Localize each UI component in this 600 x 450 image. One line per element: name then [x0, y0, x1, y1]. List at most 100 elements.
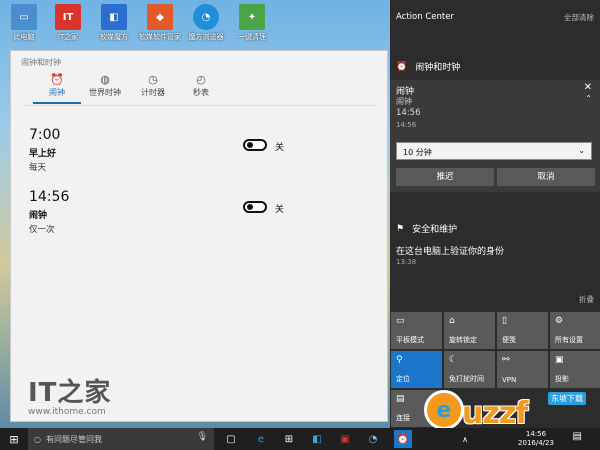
desktop-icon-clean[interactable]: ✦ 一键清理	[230, 4, 274, 42]
store-icon: ⊞	[284, 433, 294, 445]
taskbar-cube[interactable]: ◧	[308, 430, 326, 448]
security-notification-text[interactable]: 在这台电脑上验证你的身份	[396, 244, 504, 257]
globe-icon: ◍	[100, 73, 110, 86]
tab-timer[interactable]: ◷ 计时器	[129, 73, 177, 104]
alarm-icon: ⏰	[50, 73, 64, 86]
desktop-icon-browser[interactable]: ◔ 魔方浏览器	[184, 4, 228, 42]
taskbar-edge[interactable]: e	[252, 430, 270, 448]
desktop-icon-cube[interactable]: ◧ 软媒魔方	[92, 4, 136, 42]
edge-icon: e	[257, 433, 265, 445]
snooze-duration-select[interactable]: 10 分钟 ⌄	[396, 142, 592, 160]
taskbar-ithome[interactable]: ▣	[336, 430, 354, 448]
computer-icon: ▭	[11, 4, 37, 30]
ithome-icon: IT	[55, 4, 81, 30]
quick-action-rotation-lock[interactable]: ⌂ 旋转锁定	[444, 312, 495, 349]
notification-group-security[interactable]: ⚑ 安全和维护	[396, 222, 457, 236]
desktop-icon-label: 一键清理	[238, 33, 266, 41]
tab-label: 世界时钟	[89, 88, 121, 97]
uzzf-logo-caption: 东坡下载	[548, 392, 586, 405]
uzzf-logo-icon: e	[424, 390, 464, 430]
tray-overflow[interactable]: ∧	[456, 430, 474, 448]
toggle-knob	[247, 142, 253, 148]
clear-all-link[interactable]: 全部清除	[564, 12, 594, 23]
notifications-icon[interactable]: ▤	[573, 431, 582, 442]
taskbar-clock[interactable]: 14:56 2016/4/23	[514, 430, 558, 448]
quick-action-label: 连接	[396, 414, 410, 422]
tab-label: 计时器	[141, 88, 165, 97]
alarm-notification[interactable]: 闹钟 闹钟 14:56 14:56 ✕ ⌃ 10 分钟 ⌄ 推迟 取消	[390, 80, 600, 192]
stopwatch-icon: ◴	[196, 73, 206, 86]
timer-icon: ◷	[148, 73, 158, 86]
quick-action-label: VPN	[502, 376, 517, 384]
quick-action-label: 旋转锁定	[449, 336, 477, 344]
toggle-state-label: 关	[275, 205, 285, 215]
notification-subtitle: 闹钟	[396, 97, 412, 106]
quick-action-label: 便笺	[502, 336, 516, 344]
divider	[23, 105, 377, 106]
settings-icon: ⚙	[555, 316, 564, 326]
quick-action-note[interactable]: ▯ 便笺	[497, 312, 548, 349]
group-title: 闹钟和时钟	[415, 63, 461, 73]
note-icon: ▯	[502, 316, 507, 326]
browser-icon: ◔	[368, 433, 378, 445]
chevron-up-icon[interactable]: ⌃	[585, 94, 592, 103]
desktop-icon-software-manager[interactable]: ◆ 软媒软件管家	[138, 4, 182, 42]
notification-timestamp: 14:56	[396, 121, 417, 129]
quick-action-tablet-mode[interactable]: ▭ 平板模式	[391, 312, 442, 349]
quick-action-project[interactable]: ▣ 投影	[550, 351, 600, 388]
software-manager-icon: ◆	[147, 4, 173, 30]
cortana-icon: ○	[34, 434, 41, 444]
desktop-icon-label: IT之家	[57, 33, 79, 41]
collapse-link[interactable]: 折叠	[579, 294, 594, 305]
desktop-icon-this-pc[interactable]: ▭ 此电脑	[2, 4, 46, 42]
search-placeholder: 有问题尽管问我	[45, 434, 102, 444]
snooze-button[interactable]: 推迟	[396, 168, 494, 186]
alarms-window: 闹钟和时钟 ⏰ 闹钟 ◍ 世界时钟 ◷ 计时器 ◴ 秒表 7:00 早上好 每天…	[10, 50, 388, 422]
tab-bar: ⏰ 闹钟 ◍ 世界时钟 ◷ 计时器 ◴ 秒表	[33, 73, 225, 104]
start-button[interactable]: ⊞	[0, 428, 28, 450]
quick-action-quiet-hours[interactable]: ☾ 免打扰时间	[444, 351, 495, 388]
desktop-icon-label: 魔方浏览器	[188, 33, 224, 41]
quick-actions: ▭ 平板模式 ⌂ 旋转锁定 ▯ 便笺 ⚙ 所有设置 ⚲ 定位 ☾ 免打扰时间 ⚯…	[390, 312, 600, 388]
notification-group-alarms[interactable]: ⏰ 闹钟和时钟	[396, 60, 461, 74]
quick-action-location[interactable]: ⚲ 定位	[391, 351, 442, 388]
clock-date: 2016/4/23	[518, 439, 554, 447]
alarm-toggle[interactable]	[243, 139, 267, 151]
chevron-down-icon: ⌄	[578, 146, 585, 155]
alarm-icon: ⏰	[396, 433, 410, 445]
task-view-button[interactable]: ▢	[222, 430, 240, 448]
tab-world-clock[interactable]: ◍ 世界时钟	[81, 73, 129, 104]
quick-action-vpn[interactable]: ⚯ VPN	[497, 351, 548, 388]
taskbar-store[interactable]: ⊞	[280, 430, 298, 448]
taskbar-alarms-app[interactable]: ⏰	[394, 430, 412, 448]
quick-action-label: 平板模式	[396, 336, 424, 344]
alarm-repeat: 每天	[29, 163, 47, 173]
watermark-logo: IT之家	[28, 378, 112, 408]
microphone-icon[interactable]: 🎙	[197, 432, 208, 442]
cube-icon: ◧	[101, 4, 127, 30]
tab-alarm[interactable]: ⏰ 闹钟	[33, 73, 81, 104]
desktop-icon-ithome[interactable]: IT IT之家	[46, 4, 90, 42]
toggle-state-label: 关	[275, 143, 285, 153]
quick-action-all-settings[interactable]: ⚙ 所有设置	[550, 312, 600, 349]
close-icon[interactable]: ✕	[584, 82, 592, 93]
vpn-icon: ⚯	[502, 355, 510, 365]
dismiss-button[interactable]: 取消	[497, 168, 595, 186]
tab-stopwatch[interactable]: ◴ 秒表	[177, 73, 225, 104]
alarm-toggle[interactable]	[243, 201, 267, 213]
taskbar: ⊞ ○ 有问题尽管问我 🎙 ▢ e ⊞ ◧ ▣ ◔ ⏰ ∧ 14:56 2016…	[0, 428, 600, 450]
browser-icon: ◔	[193, 4, 219, 30]
toggle-knob	[247, 204, 253, 210]
project-icon: ▣	[555, 355, 564, 365]
taskbar-browser[interactable]: ◔	[364, 430, 382, 448]
uzzf-logo-text: uzzf	[462, 396, 528, 431]
quick-action-label: 投影	[555, 375, 569, 383]
cortana-search-box[interactable]: ○ 有问题尽管问我 🎙	[28, 428, 214, 450]
rotation-lock-icon: ⌂	[449, 316, 455, 326]
desktop-icon-label: 软媒软件管家	[139, 33, 181, 41]
uzzf-watermark: e uzzf 东坡下载	[420, 390, 600, 431]
window-title: 闹钟和时钟	[21, 58, 61, 67]
cube-icon: ◧	[312, 433, 322, 445]
connect-icon: ▤	[396, 394, 405, 404]
chevron-up-icon: ∧	[462, 434, 468, 444]
